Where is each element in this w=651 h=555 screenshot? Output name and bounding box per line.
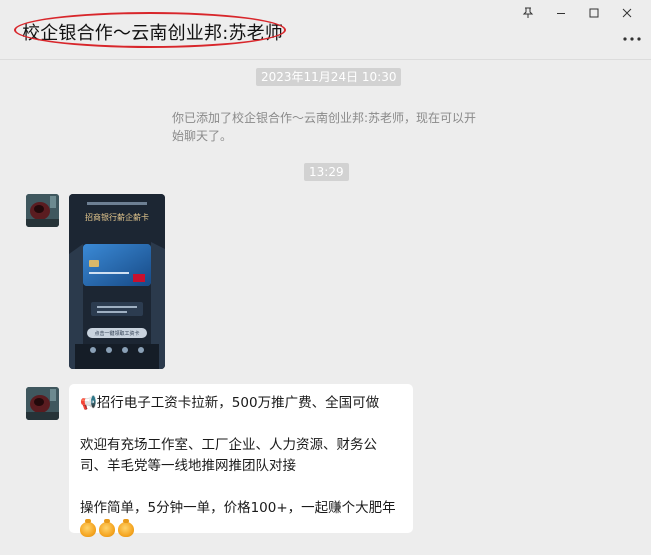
- message-line: 欢迎有充场工作室、工厂企业、人力资源、财务公司、羊毛党等一线地推网推团队对接: [80, 437, 377, 474]
- avatar[interactable]: [26, 387, 59, 420]
- image-message[interactable]: 招商银行薪企薪卡 点击一键领取工资卡: [69, 194, 165, 369]
- more-dots-icon[interactable]: [621, 32, 643, 46]
- money-bag-icon: [99, 518, 115, 537]
- minimize-icon[interactable]: [544, 4, 577, 22]
- text-message-bubble[interactable]: 📢招行电子工资卡拉新，500万推广费、全国可做 欢迎有充场工作室、工厂企业、人力…: [69, 384, 413, 537]
- banner-text: 招商银行薪企薪卡: [85, 212, 149, 222]
- avatar[interactable]: [26, 194, 59, 227]
- timestamp: 2023年11月24日 10:30: [256, 68, 402, 86]
- message-line: 📢招行电子工资卡拉新，500万推广费、全国可做: [80, 395, 380, 411]
- system-message: 你已添加了校企银合作～云南创业邦:苏老师，现在可以开始聊天了。: [172, 111, 477, 143]
- chat-title: 校企银合作～云南创业邦:苏老师: [22, 23, 284, 44]
- pin-icon[interactable]: [511, 4, 544, 22]
- close-icon[interactable]: [610, 4, 643, 22]
- window-controls: [511, 4, 643, 22]
- money-bag-icon: [118, 518, 134, 537]
- money-bag-icon: [80, 518, 96, 537]
- timestamp: 13:29: [304, 163, 349, 181]
- emoji-row: [80, 518, 401, 539]
- maximize-icon[interactable]: [577, 4, 610, 22]
- message-line: 操作简单，5分钟一单，价格100+，一起赚个大肥年: [80, 500, 396, 516]
- title-bar: 校企银合作～云南创业邦:苏老师: [0, 0, 651, 60]
- image-button-text: 点击一键领取工资卡: [94, 330, 139, 337]
